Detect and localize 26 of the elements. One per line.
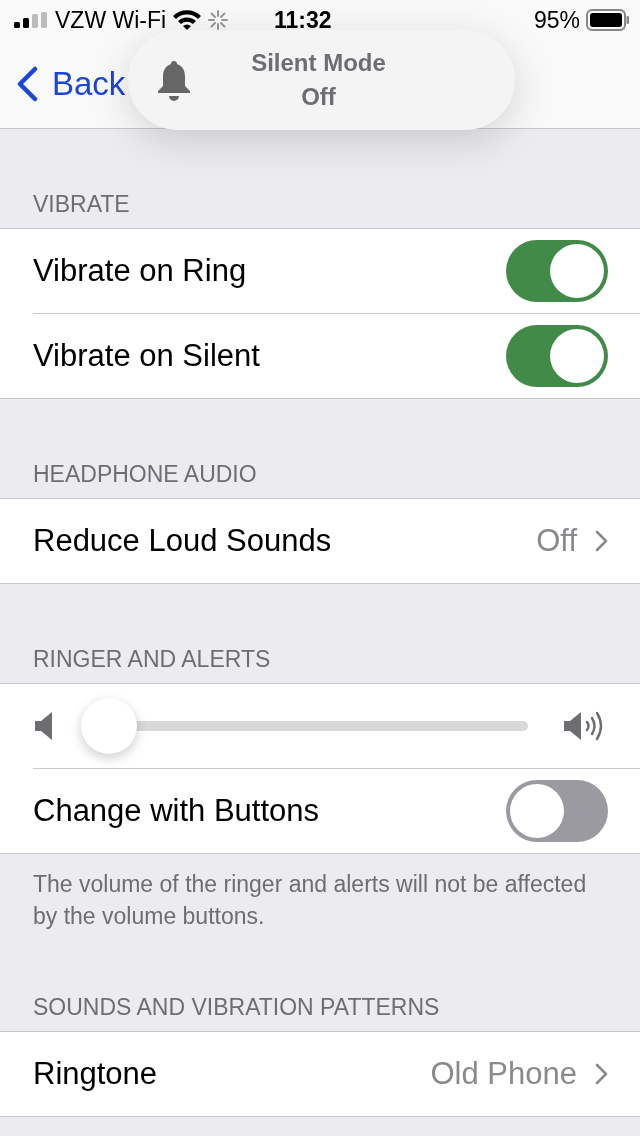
settings-row[interactable]: Ringtone Old Phone — [0, 1032, 640, 1116]
setting-label: Vibrate on Ring — [33, 253, 248, 289]
settings-row[interactable]: Reduce Loud Sounds Off — [0, 499, 640, 583]
slider-thumb[interactable] — [81, 698, 137, 754]
carrier-name: VZW Wi-Fi — [55, 6, 167, 34]
back-chevron-icon — [16, 66, 38, 102]
clock-time: 11:32 — [274, 6, 333, 34]
hud-value: Off — [301, 83, 336, 111]
hud-title: Silent Mode — [251, 49, 386, 77]
back-button[interactable]: Back — [16, 65, 126, 103]
battery-percent: 95% — [533, 6, 580, 34]
section-header: RINGER AND ALERTS — [32, 646, 272, 674]
chevron-icon — [595, 530, 608, 552]
wifi-icon — [173, 10, 202, 30]
section-header: SOUNDS AND VIBRATION PATTERNS — [32, 994, 441, 1022]
footer-note: The volume of the ringer and alerts will not be affected by the volume buttons. — [32, 870, 588, 931]
signal-icon — [14, 12, 48, 28]
speaker-low-icon — [33, 711, 53, 741]
section-header: HEADPHONE AUDIO — [32, 461, 258, 489]
bell-icon — [156, 59, 192, 101]
activity-spinner-icon — [208, 10, 229, 30]
setting-label: Change with Buttons — [33, 793, 321, 829]
chevron-icon — [595, 1063, 608, 1085]
setting-label: Vibrate on Silent — [33, 338, 261, 374]
battery-icon — [586, 9, 630, 31]
section-header: VIBRATE — [32, 191, 131, 219]
